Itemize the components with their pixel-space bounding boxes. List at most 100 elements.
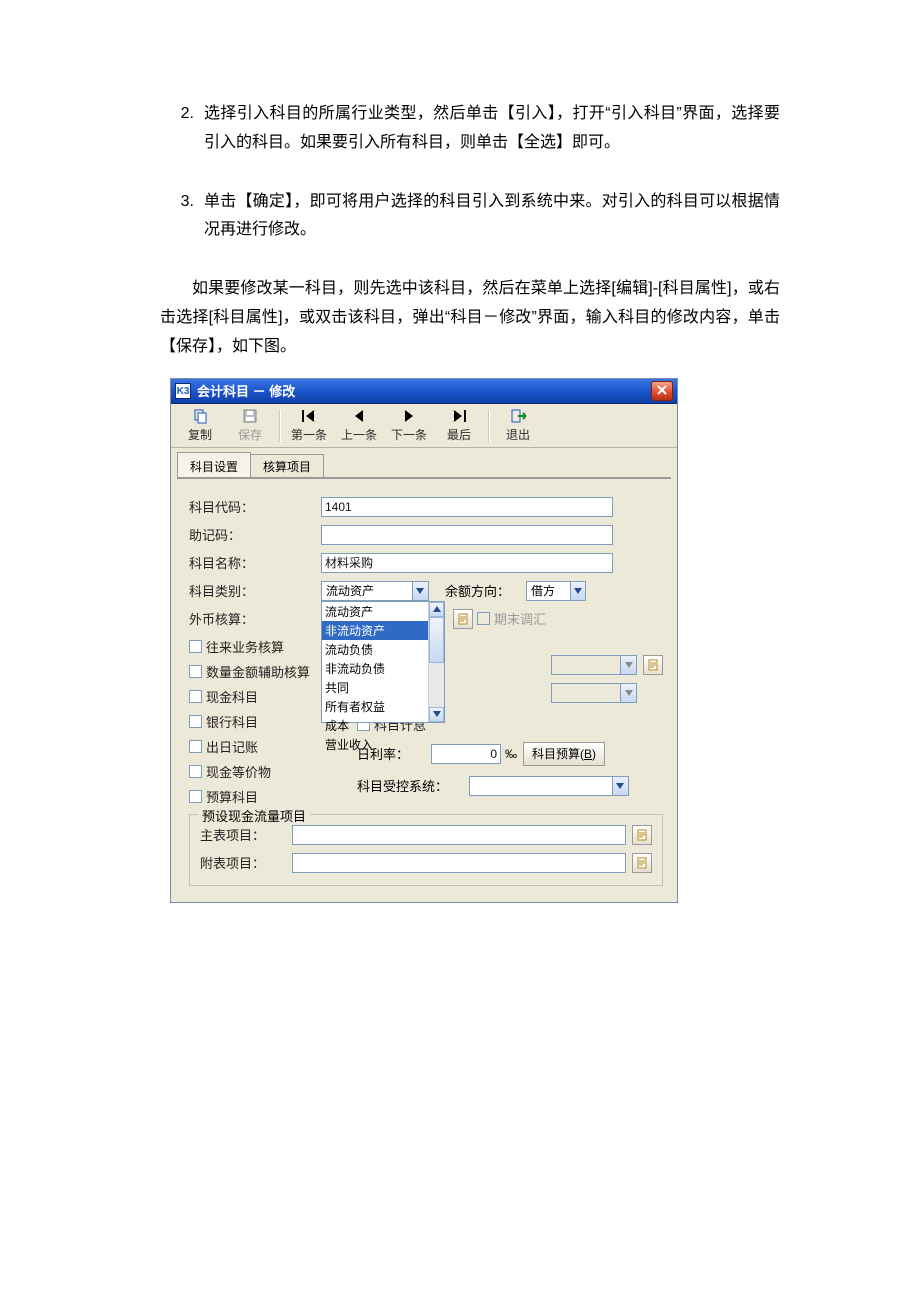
end-adjust-checkbox: 期末调汇 [477, 609, 546, 628]
first-icon [302, 408, 316, 424]
list-item-2: 2. 选择引入科目的所属行业类型，然后单击【引入】，打开“引入科目”界面，选择要… [160, 100, 780, 158]
tab-account-settings[interactable]: 科目设置 [177, 452, 251, 477]
btn-text-part2: ) [592, 747, 596, 761]
save-button[interactable]: 保存 [225, 406, 275, 446]
rate-unit: ‰ [505, 747, 517, 761]
aux-combo-2[interactable] [551, 683, 637, 703]
dropdown-arrow-icon[interactable] [620, 656, 636, 674]
chk-journal[interactable]: 出日记账 [189, 737, 339, 756]
checkbox-box[interactable] [189, 765, 202, 778]
main-item-input[interactable] [292, 825, 626, 845]
last-label: 最后 [447, 426, 471, 443]
copy-button[interactable]: 复制 [175, 406, 225, 446]
label-category: 科目类别： [189, 581, 321, 600]
dialog-account-modify: K3 会计科目 － 修改 复制 保存 [170, 378, 678, 903]
last-icon [452, 408, 466, 424]
dropdown-arrow-icon[interactable] [620, 684, 636, 702]
chk-label: 银行科目 [206, 712, 258, 731]
checkbox-box[interactable] [189, 715, 202, 728]
btn-text-part1: 科目预算( [532, 745, 584, 762]
next-label: 下一条 [391, 426, 427, 443]
window-title: 会计科目 － 修改 [197, 381, 651, 400]
category-option[interactable]: 非流动资产 [322, 621, 444, 640]
left-check-column: 往来业务核算 数量金额辅助核算 现金科目 银行科目 出日记账 现金等价物 预算科… [189, 637, 339, 806]
titlebar[interactable]: K3 会计科目 － 修改 [171, 379, 677, 404]
label-controlled-sys: 科目受控系统： [357, 776, 469, 795]
copy-label: 复制 [188, 426, 212, 443]
scroll-up-button[interactable] [429, 602, 444, 617]
btn-text-key: B [584, 747, 592, 761]
sub-item-lookup[interactable] [632, 853, 652, 873]
label-sub-item: 附表项目： [200, 853, 292, 872]
list-text: 选择引入科目的所属行业类型，然后单击【引入】，打开“引入科目”界面，选择要引入的… [204, 100, 780, 158]
checkbox-box[interactable] [189, 740, 202, 753]
sub-item-input[interactable] [292, 853, 626, 873]
close-button[interactable] [651, 381, 673, 401]
tab-accounting-item[interactable]: 核算项目 [250, 454, 324, 477]
category-value: 流动资产 [322, 582, 412, 599]
first-record-button[interactable]: 第一条 [284, 406, 334, 446]
aux-combo-1[interactable] [551, 655, 637, 675]
label-fx: 外币核算： [189, 609, 321, 628]
category-option[interactable]: 所有者权益 [322, 697, 444, 716]
main-item-lookup[interactable] [632, 825, 652, 845]
next-icon [403, 408, 415, 424]
category-option[interactable]: 共同 [322, 678, 444, 697]
scroll-down-button[interactable] [429, 707, 444, 722]
copy-icon [192, 408, 208, 424]
category-option[interactable]: 流动负债 [322, 640, 444, 659]
toolbar-separator [279, 410, 280, 442]
chk-budget[interactable]: 预算科目 [189, 787, 339, 806]
dropdown-arrow-icon[interactable] [612, 777, 628, 795]
paragraph-modify-note: 如果要修改某一科目，则先选中该科目，然后在菜单上选择[编辑]-[科目属性]，或右… [160, 275, 780, 361]
tab-bar: 科目设置 核算项目 [171, 448, 677, 477]
chk-label: 预算科目 [206, 787, 258, 806]
aux-lookup-1[interactable] [643, 655, 663, 675]
checkbox-box[interactable] [189, 665, 202, 678]
code-input[interactable] [321, 497, 613, 517]
category-option[interactable]: 成本 [322, 716, 444, 735]
chk-label: 数量金额辅助核算 [206, 662, 310, 681]
chk-label: 出日记账 [206, 737, 258, 756]
checkbox-box[interactable] [189, 690, 202, 703]
chk-equiv[interactable]: 现金等价物 [189, 762, 339, 781]
form-area: 科目代码： 助记码： 科目名称： 科目类别： [171, 479, 677, 902]
category-option[interactable]: 非流动负债 [322, 659, 444, 678]
label-name: 科目名称： [189, 553, 321, 572]
save-label: 保存 [238, 426, 262, 443]
chk-cash[interactable]: 现金科目 [189, 687, 339, 706]
name-input[interactable] [321, 553, 613, 573]
scrollbar[interactable] [428, 602, 444, 722]
end-adjust-label: 期末调汇 [494, 609, 546, 628]
chk-qty[interactable]: 数量金额辅助核算 [189, 662, 339, 681]
category-option[interactable]: 流动资产 [322, 602, 444, 621]
checkbox-box [477, 612, 490, 625]
list-number: 3. [160, 188, 204, 246]
first-label: 第一条 [291, 426, 327, 443]
category-dropdown-list[interactable]: 流动资产非流动资产流动负债非流动负债共同所有者权益成本营业收入 [321, 601, 445, 723]
exit-button[interactable]: 退出 [493, 406, 543, 446]
chk-bank[interactable]: 银行科目 [189, 712, 339, 731]
category-combo[interactable]: 流动资产 [321, 581, 429, 601]
group-cashflow-preset: 预设现金流量项目 主表项目： 附表项目： [189, 814, 663, 886]
balance-dir-combo[interactable]: 借方 [526, 581, 586, 601]
chk-wanglai[interactable]: 往来业务核算 [189, 637, 339, 656]
budget-button[interactable]: 科目预算(B) [523, 742, 605, 766]
scroll-thumb[interactable] [429, 617, 444, 663]
controlled-sys-combo[interactable] [469, 776, 629, 796]
last-record-button[interactable]: 最后 [434, 406, 484, 446]
list-item-3: 3. 单击【确定】，即可将用户选择的科目引入到系统中来。对引入的科目可以根据情况… [160, 188, 780, 246]
chk-label: 往来业务核算 [206, 637, 284, 656]
dropdown-arrow-icon[interactable] [412, 582, 428, 600]
next-record-button[interactable]: 下一条 [384, 406, 434, 446]
mnemonic-input[interactable] [321, 525, 613, 545]
prev-record-button[interactable]: 上一条 [334, 406, 384, 446]
scroll-track [429, 663, 444, 707]
category-option[interactable]: 营业收入 [322, 735, 444, 754]
fx-lookup-button[interactable] [453, 609, 473, 629]
dropdown-arrow-icon[interactable] [570, 582, 586, 600]
checkbox-box[interactable] [189, 640, 202, 653]
toolbar-separator [488, 410, 489, 442]
list-text: 单击【确定】，即可将用户选择的科目引入到系统中来。对引入的科目可以根据情况再进行… [204, 188, 780, 246]
checkbox-box[interactable] [189, 790, 202, 803]
